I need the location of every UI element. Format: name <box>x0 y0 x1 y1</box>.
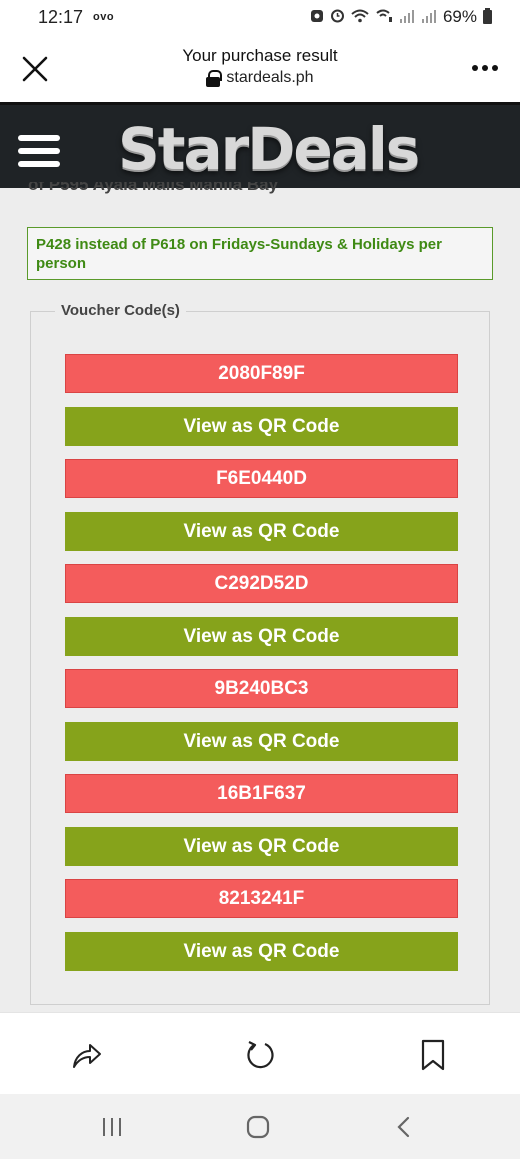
battery-icon <box>483 8 492 24</box>
site-header: StarDeals <box>0 102 520 188</box>
system-nav-bar <box>0 1094 520 1159</box>
voucher-code[interactable]: C292D52D <box>65 564 458 603</box>
close-button[interactable] <box>14 48 56 90</box>
hamburger-icon <box>18 135 60 141</box>
view-qr-button[interactable]: View as QR Code <box>65 722 458 761</box>
view-qr-button[interactable]: View as QR Code <box>65 407 458 446</box>
home-button[interactable] <box>238 1112 278 1142</box>
share-icon <box>73 1044 101 1068</box>
browser-toolbar <box>0 1012 520 1094</box>
voucher-code[interactable]: 2080F89F <box>65 354 458 393</box>
voucher-code[interactable]: 16B1F637 <box>65 774 458 813</box>
refresh-button[interactable] <box>240 1035 280 1075</box>
back-icon <box>397 1116 410 1138</box>
hamburger-menu-button[interactable] <box>18 135 62 169</box>
voucher-code[interactable]: 8213241F <box>65 879 458 918</box>
lock-icon <box>206 70 223 87</box>
url-text: stardeals.ph <box>226 69 314 86</box>
back-button[interactable] <box>384 1112 424 1142</box>
home-icon <box>246 1115 270 1139</box>
browser-header: Your purchase result stardeals.ph <box>0 34 520 102</box>
signal-icon <box>399 9 415 26</box>
signal-icon <box>421 9 437 26</box>
wifi-icon <box>351 9 369 26</box>
view-qr-button[interactable]: View as QR Code <box>65 827 458 866</box>
view-qr-button[interactable]: View as QR Code <box>65 512 458 551</box>
status-bar: 12:17 ovo 69% <box>0 0 520 34</box>
url-display: stardeals.ph <box>206 69 314 87</box>
page-title: Your purchase result <box>182 46 338 65</box>
notification-icon <box>310 9 324 26</box>
status-time: 12:17 <box>38 6 84 27</box>
more-options-button[interactable] <box>468 56 502 80</box>
voucher-code[interactable]: 9B240BC3 <box>65 669 458 708</box>
refresh-icon <box>247 1041 274 1069</box>
battery-percent: 69% <box>442 7 477 26</box>
carrier-badge: ovo <box>93 11 115 23</box>
close-icon <box>22 56 48 82</box>
view-qr-button[interactable]: View as QR Code <box>65 932 458 971</box>
alarm-icon <box>330 8 345 26</box>
more-vertical-icon <box>472 65 478 71</box>
share-button[interactable] <box>67 1035 107 1075</box>
voucher-codes-panel: Voucher Code(s) 2080F89F View as QR Code… <box>30 302 490 1005</box>
promo-note: P428 instead of P618 on Fridays-Sundays … <box>27 227 493 280</box>
voucher-legend: Voucher Code(s) <box>55 302 186 319</box>
deal-subtitle: of P595 Ayala Malls Manila Bay <box>28 182 279 194</box>
page-info[interactable]: Your purchase result stardeals.ph <box>100 46 420 91</box>
site-logo[interactable]: StarDeals <box>118 115 420 183</box>
recent-apps-button[interactable] <box>92 1112 132 1142</box>
view-qr-button[interactable]: View as QR Code <box>65 617 458 656</box>
recent-apps-icon <box>103 1118 121 1136</box>
bookmark-icon <box>421 1039 445 1071</box>
voucher-code[interactable]: F6E0440D <box>65 459 458 498</box>
call-icon <box>375 9 393 26</box>
bookmark-button[interactable] <box>413 1035 453 1075</box>
